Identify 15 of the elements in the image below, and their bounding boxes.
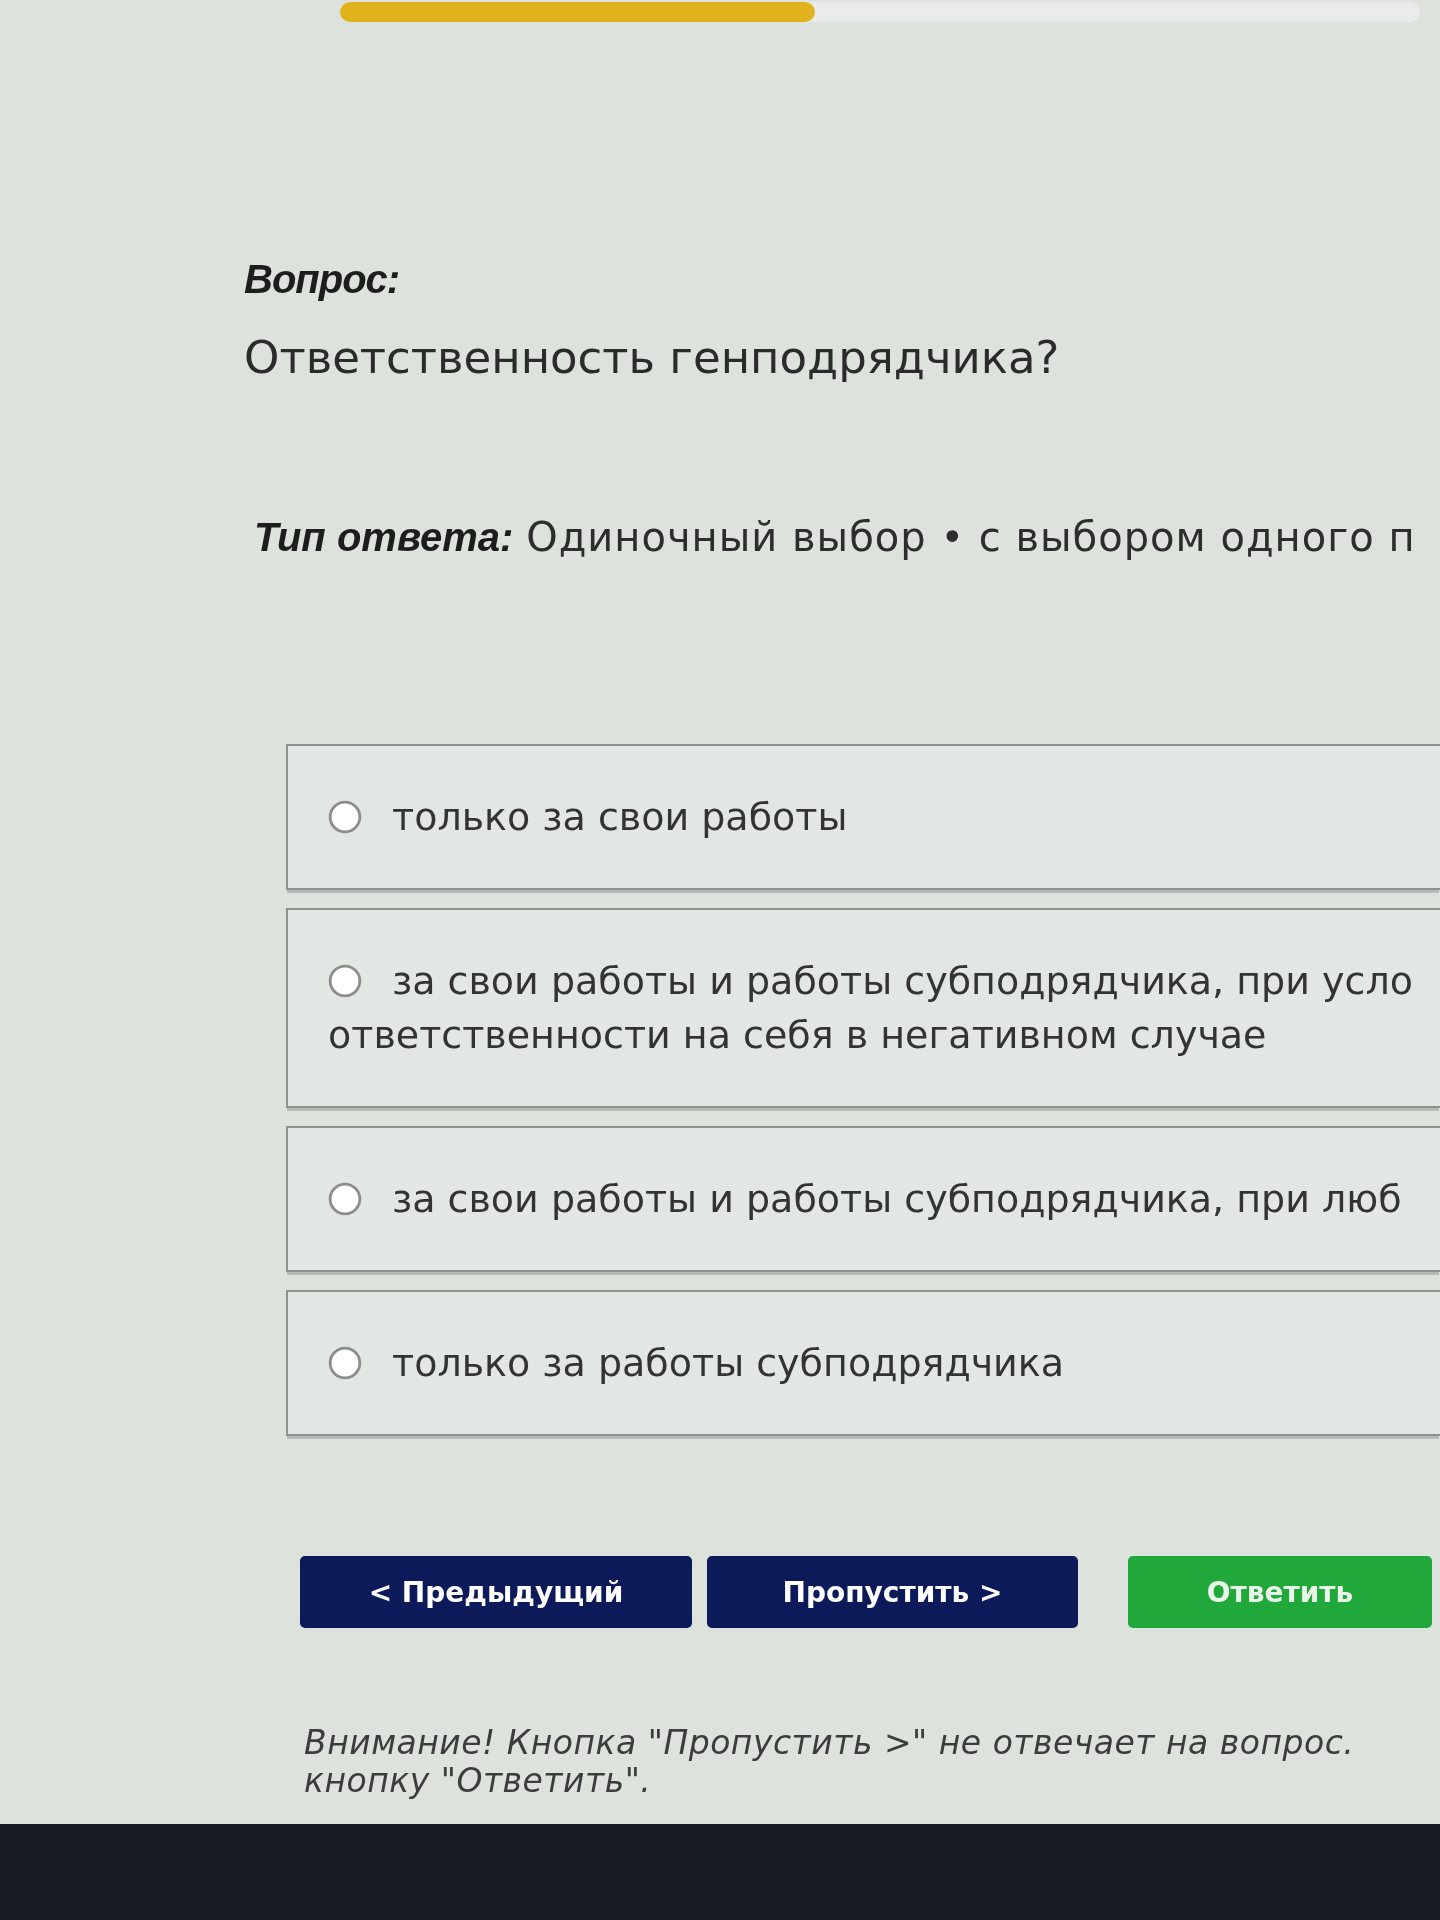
warning-text: Внимание! Кнопка "Пропустить >" не отвечает на вопрос. кнопку "Ответить". — [304, 1724, 1356, 1800]
answer-option[interactable]: за свои работы и работы субподрядчика, при усло ответственности на себя в негативном случае — [286, 908, 1440, 1108]
radio-button-icon[interactable] — [328, 800, 362, 834]
answer-option[interactable]: только за работы субподрядчика — [286, 1290, 1440, 1436]
skip-button[interactable]: Пропустить > — [707, 1556, 1078, 1628]
question-text: Ответственность генподрядчика? — [244, 330, 1061, 386]
radio-button-icon[interactable] — [328, 964, 362, 998]
question-heading: Вопрос: — [244, 256, 401, 303]
radio-button-icon[interactable] — [328, 1182, 362, 1216]
previous-button[interactable]: < Предыдущий — [300, 1556, 692, 1628]
radio-button-icon[interactable] — [328, 1346, 362, 1380]
answer-option[interactable]: за свои работы и работы субподрядчика, при люб — [286, 1126, 1440, 1272]
answer-option[interactable]: только за свои работы — [286, 744, 1440, 890]
answer-type-label: Тип ответа: — [254, 515, 514, 559]
answer-type-value: Одиночный выбор • с выбором одного п — [526, 514, 1416, 560]
